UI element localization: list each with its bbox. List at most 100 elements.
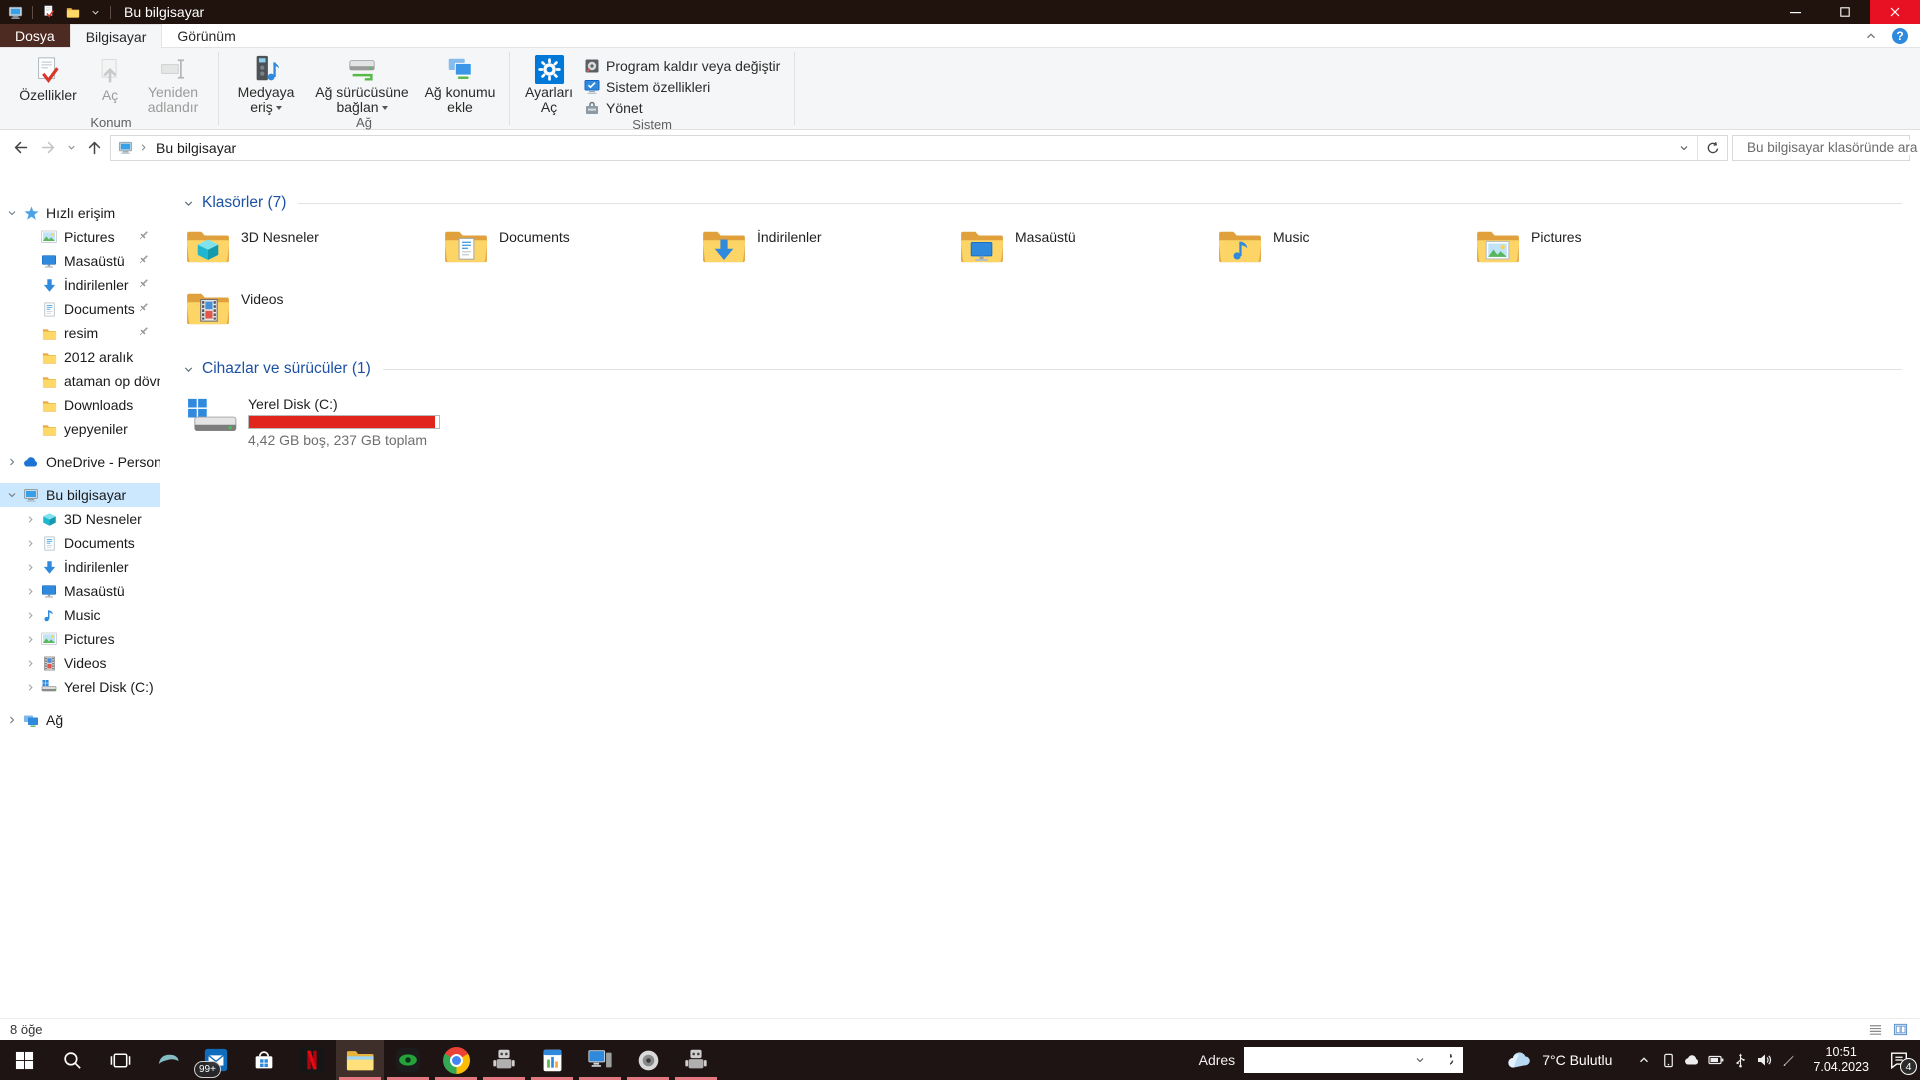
drive-tile-local-disk-c[interactable]: Yerel Disk (C:) 4,42 GB boş, 237 GB topl… [182,393,482,451]
sidebar-item-pc-documents[interactable]: Documents [0,531,160,555]
back-button[interactable] [6,135,34,161]
app-icon[interactable] [8,5,23,20]
taskbar-app-report[interactable] [528,1040,576,1080]
chevron-down-icon[interactable] [4,207,20,219]
phone-tray-icon[interactable] [1656,1040,1680,1080]
volume-tray-icon[interactable] [1752,1040,1776,1080]
sidebar-item-yepyeniler[interactable]: yepyeniler [0,417,160,441]
taskbar-app-robot-1[interactable] [480,1040,528,1080]
taskbar-app-computer[interactable] [576,1040,624,1080]
search-input[interactable] [1747,140,1920,155]
tab-file[interactable]: Dosya [0,24,70,47]
refresh-button[interactable] [1697,135,1727,160]
sidebar-item-onedrive[interactable]: OneDrive - Personal [0,450,160,474]
sidebar-item-pc-pictures[interactable]: Pictures [0,627,160,651]
large-icons-view-button[interactable] [1890,1021,1910,1039]
access-media-button[interactable]: Medyaya eriş [225,51,307,115]
chevron-right-icon[interactable] [22,610,38,621]
show-hidden-icons-button[interactable] [1632,1040,1656,1080]
weather-widget[interactable]: 7°C Bulutlu [1507,1051,1612,1069]
maximize-button[interactable] [1820,0,1870,24]
add-network-location-button[interactable]: Ağ konumu ekle [417,51,503,115]
chevron-right-icon[interactable] [22,586,38,597]
tab-computer[interactable]: Bilgisayar [69,24,163,48]
chevron-right-icon[interactable] [22,562,38,573]
chevron-right-icon[interactable] [22,634,38,645]
taskbar-edge[interactable] [144,1040,192,1080]
start-button[interactable] [0,1040,48,1080]
pen-tray-icon[interactable] [1776,1040,1800,1080]
folder-tile-music[interactable]: Music [1214,223,1472,279]
open-settings-button[interactable]: Ayarları Aç [516,51,582,115]
sidebar-item-pc-desktop[interactable]: Masaüstü [0,579,160,603]
taskbar-mail[interactable]: 99+ [192,1040,240,1080]
sidebar-item-pc-downloads[interactable]: İndirilenler [0,555,160,579]
recent-locations-button[interactable] [62,135,80,161]
qat-new-folder-button[interactable] [61,0,85,24]
chevron-right-icon[interactable] [22,514,38,525]
sidebar-item-2012-aralik[interactable]: 2012 aralık [0,345,160,369]
sidebar-item-resim[interactable]: resim [0,321,160,345]
chevron-right-icon[interactable] [22,538,38,549]
address-dropdown-button[interactable] [1671,136,1697,160]
taskbar-clock[interactable]: 10:51 7.04.2023 [1813,1045,1869,1075]
breadcrumb-item[interactable]: Bu bilgisayar [151,140,241,156]
uninstall-program-button[interactable]: Program kaldır veya değiştir [582,56,788,75]
folder-tile-documents[interactable]: Documents [440,223,698,279]
taskbar-chrome[interactable] [432,1040,480,1080]
collapse-section-icon[interactable] [182,197,195,210]
address-bar[interactable]: Bu bilgisayar [110,134,1728,161]
sidebar-item-quick-access[interactable]: Hızlı erişim [0,201,160,225]
sidebar-item-3d-objects[interactable]: 3D Nesneler [0,507,160,531]
close-button[interactable] [1870,0,1920,24]
taskbar-search-button[interactable] [48,1040,96,1080]
qat-customize-button[interactable] [85,0,106,24]
sidebar-item-documents[interactable]: Documents [0,297,160,321]
task-view-button[interactable] [96,1040,144,1080]
folder-tile-pictures[interactable]: Pictures [1472,223,1730,279]
sidebar-item-this-pc[interactable]: Bu bilgisayar [0,483,160,507]
sidebar-item-network[interactable]: Ağ [0,708,160,732]
minimize-ribbon-button[interactable] [1864,29,1878,43]
onedrive-tray-icon[interactable] [1680,1040,1704,1080]
taskbar-app-webcam[interactable] [384,1040,432,1080]
folder-tile-downloads[interactable]: İndirilenler [698,223,956,279]
folder-tile-desktop[interactable]: Masaüstü [956,223,1214,279]
folder-tile-videos[interactable]: Videos [182,285,440,341]
up-button[interactable] [80,135,108,161]
sidebar-item-downloads[interactable]: İndirilenler [0,273,160,297]
sidebar-item-ataman-op-dovme[interactable]: ataman op dövme [0,369,160,393]
taskbar-app-speaker[interactable] [624,1040,672,1080]
collapse-section-icon[interactable] [182,363,195,376]
system-properties-button[interactable]: Sistem özellikleri [582,77,788,96]
usb-tray-icon[interactable] [1728,1040,1752,1080]
sidebar-item-local-disk-c[interactable]: Yerel Disk (C:) [0,675,160,699]
minimize-button[interactable] [1770,0,1820,24]
qat-properties-button[interactable] [37,0,61,24]
sidebar-item-music[interactable]: Music [0,603,160,627]
map-network-drive-button[interactable]: Ağ sürücüsüne bağlan [307,51,417,115]
breadcrum b-chevron-icon[interactable] [138,142,149,153]
forward-button[interactable] [34,135,62,161]
sidebar-item-pictures[interactable]: Pictures [0,225,160,249]
taskbar-file-explorer[interactable] [336,1040,384,1080]
chevron-down-icon[interactable] [1414,1054,1426,1066]
chevron-right-icon[interactable] [4,714,20,726]
manage-button[interactable]: Yönet [582,98,788,117]
sidebar-item-desktop[interactable]: Masaüstü [0,249,160,273]
sidebar-item-videos[interactable]: Videos [0,651,160,675]
chevron-down-icon[interactable] [4,489,20,501]
properties-button[interactable]: Özellikler [10,51,86,115]
taskbar-netflix[interactable] [288,1040,336,1080]
details-view-button[interactable] [1865,1021,1885,1039]
sidebar-item-downloads-folder[interactable]: Downloads [0,393,160,417]
help-button[interactable]: ? [1892,27,1908,44]
chevron-right-icon[interactable] [22,658,38,669]
chevron-right-icon[interactable] [4,456,20,468]
folder-tile-3d-objects[interactable]: 3D Nesneler [182,223,440,279]
tab-view[interactable]: Görünüm [162,24,250,47]
chevron-right-icon[interactable] [22,682,38,693]
action-center-button[interactable]: 4 [1878,1040,1920,1080]
taskbar-app-robot-2[interactable] [672,1040,720,1080]
taskbar-store[interactable] [240,1040,288,1080]
